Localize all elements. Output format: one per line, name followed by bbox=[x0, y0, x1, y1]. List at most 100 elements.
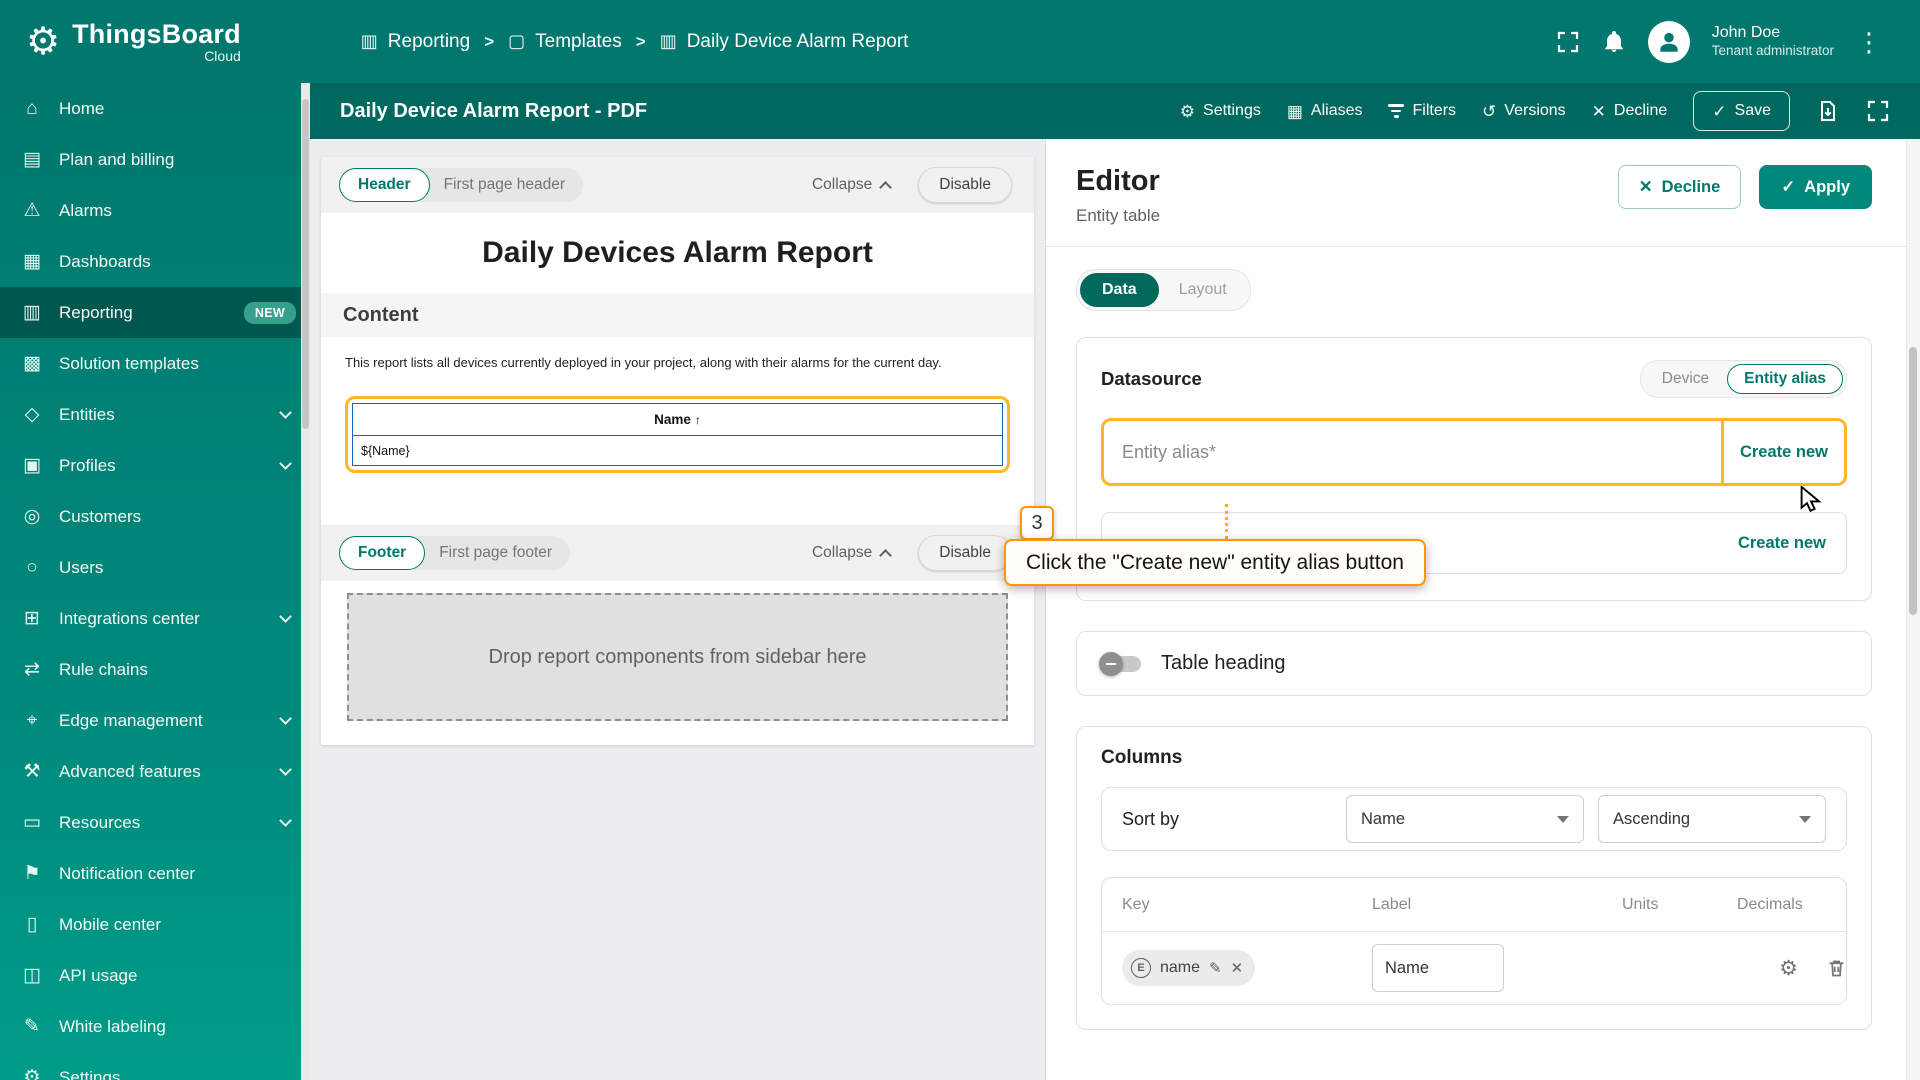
profiles-icon: ▣ bbox=[23, 455, 41, 476]
sidebar-item-dashboards[interactable]: ▦ Dashboards bbox=[0, 236, 310, 287]
tab-data[interactable]: Data bbox=[1080, 273, 1159, 307]
delete-column-icon[interactable] bbox=[1826, 958, 1847, 979]
selected-table-component[interactable]: Name ↑ ${Name} bbox=[345, 396, 1010, 473]
brand-sub: Cloud bbox=[204, 48, 241, 64]
sort-field-select[interactable]: Name bbox=[1346, 795, 1584, 843]
col-header-units: Units bbox=[1622, 895, 1659, 913]
sidebar-item-rule-chains[interactable]: ⇄ Rule chains bbox=[0, 644, 310, 695]
sidebar-item-users[interactable]: ○ Users bbox=[0, 542, 310, 593]
sidebar-item-customers[interactable]: ◎ Customers bbox=[0, 491, 310, 542]
dashboards-icon: ▦ bbox=[23, 251, 41, 272]
editor-apply-button[interactable]: ✓ Apply bbox=[1759, 165, 1872, 209]
header-chip[interactable]: Header bbox=[339, 168, 430, 202]
scrollbar-thumb[interactable] bbox=[1909, 347, 1917, 615]
sidebar-item-solution-templates[interactable]: ▩ Solution templates bbox=[0, 338, 310, 389]
sidebar-item-white-labeling[interactable]: ✎ White labeling bbox=[0, 1001, 310, 1052]
create-new-filter-button[interactable]: Create new bbox=[1738, 534, 1826, 553]
col-header-decimals: Decimals bbox=[1737, 895, 1803, 913]
annotation-step-number: 3 bbox=[1020, 506, 1054, 540]
breadcrumb: ▥ Reporting > ▢ Templates > ▥ Daily Devi… bbox=[361, 31, 909, 53]
decline-button[interactable]: ✕ Decline bbox=[1592, 102, 1668, 120]
save-button[interactable]: ✓ Save bbox=[1693, 91, 1790, 131]
avatar[interactable] bbox=[1647, 20, 1690, 63]
sort-direction-select[interactable]: Ascending bbox=[1598, 795, 1826, 843]
sidebar-item-mobile-center[interactable]: ▯ Mobile center bbox=[0, 899, 310, 950]
table-heading-toggle[interactable] bbox=[1099, 651, 1141, 676]
sidebar-item-entities[interactable]: ◇ Entities bbox=[0, 389, 310, 440]
column-settings-icon[interactable]: ⚙ bbox=[1779, 958, 1798, 979]
tab-layout[interactable]: Layout bbox=[1159, 273, 1247, 307]
sidebar-item-settings[interactable]: ⚙ Settings bbox=[0, 1052, 310, 1080]
collapse-footer-button[interactable]: Collapse bbox=[812, 544, 893, 562]
sidebar-item-notification-center[interactable]: ⚑ Notification center bbox=[0, 848, 310, 899]
download-icon bbox=[1821, 101, 1835, 121]
key-chip[interactable]: E name ✎ ✕ bbox=[1122, 950, 1256, 986]
editor-decline-button[interactable]: ✕ Decline bbox=[1617, 165, 1742, 209]
sidebar-item-plan-and-billing[interactable]: ▤ Plan and billing bbox=[0, 134, 310, 185]
disable-footer-button[interactable]: Disable bbox=[918, 535, 1012, 571]
sidebar-item-api-usage[interactable]: ◫ API usage bbox=[0, 950, 310, 1001]
chevron-down-icon bbox=[1557, 815, 1569, 823]
create-new-alias-button[interactable]: Create new bbox=[1720, 421, 1844, 483]
settings-button[interactable]: ⚙ Settings bbox=[1180, 102, 1261, 120]
datasource-type-entity-alias[interactable]: Entity alias bbox=[1727, 364, 1843, 394]
edit-key-icon[interactable]: ✎ bbox=[1209, 961, 1222, 976]
breadcrumb-reporting[interactable]: ▥ Reporting bbox=[361, 31, 470, 53]
sidebar-item-edge-management[interactable]: ⌖ Edge management bbox=[0, 695, 310, 746]
chevron-down-icon bbox=[1799, 815, 1811, 823]
footer-chip[interactable]: Footer bbox=[339, 536, 426, 570]
breadcrumb-report[interactable]: ▥ Daily Device Alarm Report bbox=[660, 31, 909, 53]
aliases-button[interactable]: ▦ Aliases bbox=[1287, 102, 1363, 120]
sidebar-item-home[interactable]: ⌂ Home bbox=[0, 83, 310, 134]
sidebar: ⌂ Home ▤ Plan and billing ⚠ Alarms ▦ Dashboa… bbox=[0, 83, 310, 1080]
export-pdf-button[interactable] bbox=[1816, 99, 1840, 123]
thingsboard-logo-icon: ⚙ bbox=[26, 20, 61, 63]
collapse-header-button[interactable]: Collapse bbox=[812, 176, 893, 194]
more-menu-icon[interactable]: ⋮ bbox=[1856, 29, 1882, 55]
editor-title: Editor bbox=[1076, 165, 1160, 197]
white-labeling-icon: ✎ bbox=[24, 1016, 40, 1037]
check-icon: ✓ bbox=[1781, 178, 1796, 196]
first-page-header-tab[interactable]: First page header bbox=[415, 168, 584, 202]
fullscreen-button[interactable] bbox=[1556, 30, 1580, 54]
breadcrumb-templates[interactable]: ▢ Templates bbox=[508, 31, 622, 53]
check-icon: ✓ bbox=[1712, 101, 1727, 121]
report-preview-panel: Header First page header Collapse Disabl… bbox=[310, 139, 1045, 1080]
rule-chains-icon: ⇄ bbox=[24, 659, 40, 680]
remove-key-icon[interactable]: ✕ bbox=[1231, 961, 1244, 976]
sidebar-item-integrations-center[interactable]: ⊞ Integrations center bbox=[0, 593, 310, 644]
expand-editor-button[interactable] bbox=[1866, 99, 1890, 123]
customers-icon: ◎ bbox=[23, 506, 41, 527]
mobile-icon: ▯ bbox=[26, 914, 38, 935]
notifications-button[interactable] bbox=[1602, 30, 1626, 54]
sidebar-scrollbar[interactable] bbox=[301, 83, 310, 1080]
dropzone-hint: Drop report components from sidebar here bbox=[488, 645, 867, 668]
chevron-down-icon bbox=[279, 814, 292, 827]
aliases-icon: ▦ bbox=[1286, 101, 1303, 121]
entity-alias-input[interactable] bbox=[1104, 421, 1721, 483]
versions-button[interactable]: ↺ Versions bbox=[1482, 102, 1566, 120]
report-description: This report lists all devices currently … bbox=[345, 355, 942, 370]
component-dropzone[interactable]: Drop report components from sidebar here bbox=[347, 593, 1008, 721]
sidebar-item-advanced-features[interactable]: ⚒ Advanced features bbox=[0, 746, 310, 797]
chevron-up-icon bbox=[879, 548, 893, 562]
sidebar-item-alarms[interactable]: ⚠ Alarms bbox=[0, 185, 310, 236]
first-page-footer-tab[interactable]: First page footer bbox=[411, 536, 571, 570]
disable-header-button[interactable]: Disable bbox=[918, 167, 1012, 203]
col-header-label: Label bbox=[1372, 895, 1412, 913]
datasource-type-device[interactable]: Device bbox=[1644, 364, 1727, 394]
entity-field-icon: E bbox=[1131, 958, 1151, 978]
columns-card: Columns Sort by Name Ascending Key Label… bbox=[1076, 726, 1872, 1030]
sidebar-item-reporting[interactable]: ▥ Reporting NEW bbox=[0, 287, 310, 338]
top-navbar: ⚙ ThingsBoard Cloud ▥ Reporting > ▢ Temp… bbox=[0, 0, 1920, 83]
column-label-input[interactable] bbox=[1372, 944, 1504, 992]
annotation-connector-line bbox=[1225, 504, 1228, 539]
column-row: E name ✎ ✕ ⚙ bbox=[1102, 932, 1846, 1004]
sidebar-item-resources[interactable]: ▭ Resources bbox=[0, 797, 310, 848]
editor-scrollbar[interactable] bbox=[1906, 139, 1920, 1080]
sidebar-item-profiles[interactable]: ▣ Profiles bbox=[0, 440, 310, 491]
close-icon: ✕ bbox=[1591, 101, 1606, 121]
filters-button[interactable]: Filters bbox=[1388, 102, 1456, 120]
scrollbar-thumb[interactable] bbox=[302, 99, 309, 429]
solution-templates-icon: ▩ bbox=[23, 353, 41, 374]
